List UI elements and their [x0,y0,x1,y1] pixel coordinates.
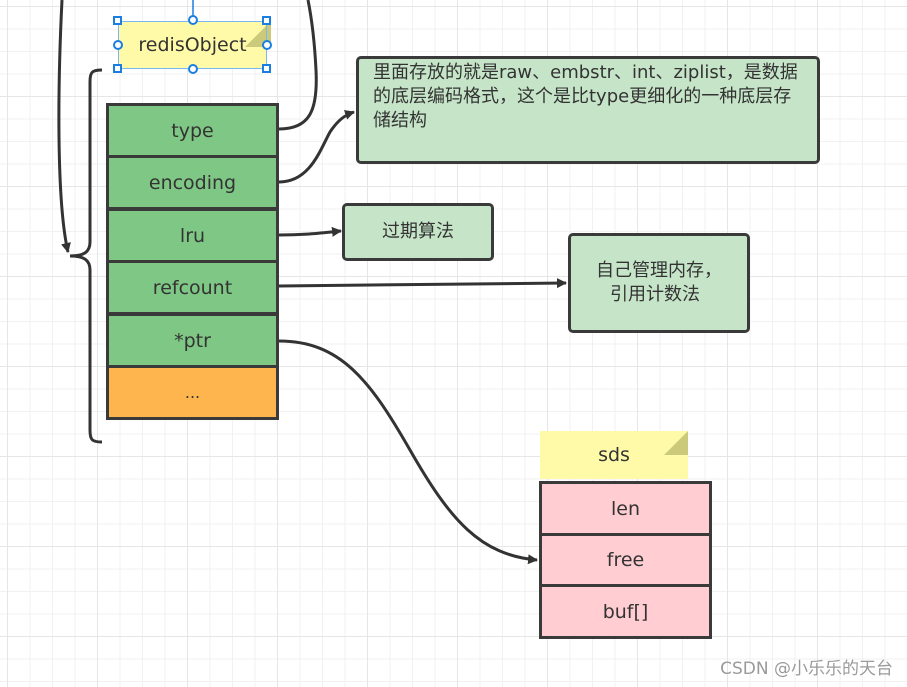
loop-connector [57,0,71,253]
field-label: ... [184,383,201,402]
encoding-arrow [278,110,355,184]
brace-bracket [69,68,103,444]
refcount-annotation[interactable]: 自己管理内存， 引用计数法 [568,233,750,333]
resize-handle-left[interactable] [113,40,123,50]
redis-object-note[interactable]: redisObject [118,21,271,69]
selection-outline [118,21,267,69]
resize-handle-bottom-right[interactable] [262,64,271,73]
field-label: *ptr [174,329,211,352]
encoding-annotation[interactable]: 里面存放的就是raw、embstr、int、ziplist，是数据的底层编码格式… [356,56,820,164]
lru-arrow [278,226,342,237]
resize-handle-bottom[interactable] [188,64,198,74]
field-label: type [171,119,214,142]
resize-handle-top[interactable] [188,15,198,25]
field-encoding[interactable]: encoding [106,155,279,210]
refcount-annotation-line2: 引用计数法 [610,284,700,305]
type-connector [278,0,318,131]
resize-handle-bottom-left[interactable] [113,64,122,73]
ptr-arrow [278,339,538,565]
field-type[interactable]: type [106,103,279,158]
field-more[interactable]: ... [106,365,279,420]
field-ptr[interactable]: *ptr [106,313,279,368]
encoding-annotation-text: 里面存放的就是raw、embstr、int、ziplist，是数据的底层编码格式… [373,62,798,131]
watermark: CSDN @小乐乐的天台 [720,659,893,679]
resize-handle-top-left[interactable] [113,16,122,25]
lru-annotation[interactable]: 过期算法 [342,203,494,261]
field-label: buf[] [602,600,649,623]
resize-handle-right[interactable] [262,40,272,50]
field-label: free [606,549,645,571]
sds-note[interactable]: sds [540,431,688,479]
field-label: encoding [148,171,237,194]
sds-label: sds [598,444,630,466]
sds-field-free[interactable]: free [539,533,712,587]
lru-annotation-text: 过期算法 [382,221,454,242]
sds-field-buf[interactable]: buf[] [539,584,712,639]
field-refcount[interactable]: refcount [106,260,279,315]
field-label: refcount [152,276,233,299]
field-label: len [610,497,640,520]
note-fold-corner [664,431,688,455]
field-label: lru [179,224,206,247]
refcount-arrow [278,278,567,289]
refcount-annotation-line1: 自己管理内存， [596,260,722,281]
field-lru[interactable]: lru [106,208,279,263]
sds-field-len[interactable]: len [539,481,712,536]
resize-handle-top-right[interactable] [262,16,271,25]
